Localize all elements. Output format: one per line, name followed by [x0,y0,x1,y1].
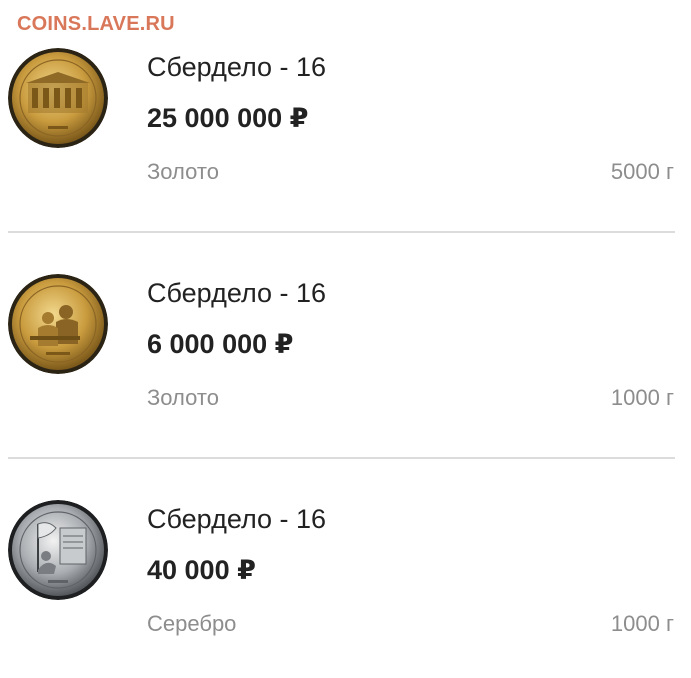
gold-coin-clerks-icon [8,274,108,374]
silver-coin-flag-icon [8,500,108,600]
list-item[interactable]: Сбердело - 16 40 000 ₽ Серебро 1000 г [0,452,691,678]
coin-title: Сбердело - 16 [147,504,327,534]
coin-weight: 1000 г [610,385,674,410]
coin-list: Сбердело - 16 25 000 000 ₽ Золото 5000 г [0,0,691,641]
list-item[interactable]: Сбердело - 16 25 000 000 ₽ Золото 5000 г [0,0,691,233]
coin-price: 25 000 000 ₽ [147,103,309,133]
coin-price: 6 000 000 ₽ [147,329,294,359]
coin-weight: 5000 г [610,159,674,184]
list-item[interactable]: Сбердело - 16 6 000 000 ₽ Золото 1000 г [0,226,691,459]
coin-metal: Золото [147,385,219,410]
gold-coin-building-icon [8,48,108,148]
coin-price: 40 000 ₽ [147,555,256,585]
coin-metal: Золото [147,159,219,184]
coin-title: Сбердело - 16 [147,52,327,82]
coin-title: Сбердело - 16 [147,278,327,308]
coin-weight: 1000 г [610,611,674,636]
coin-metal: Серебро [147,611,237,636]
